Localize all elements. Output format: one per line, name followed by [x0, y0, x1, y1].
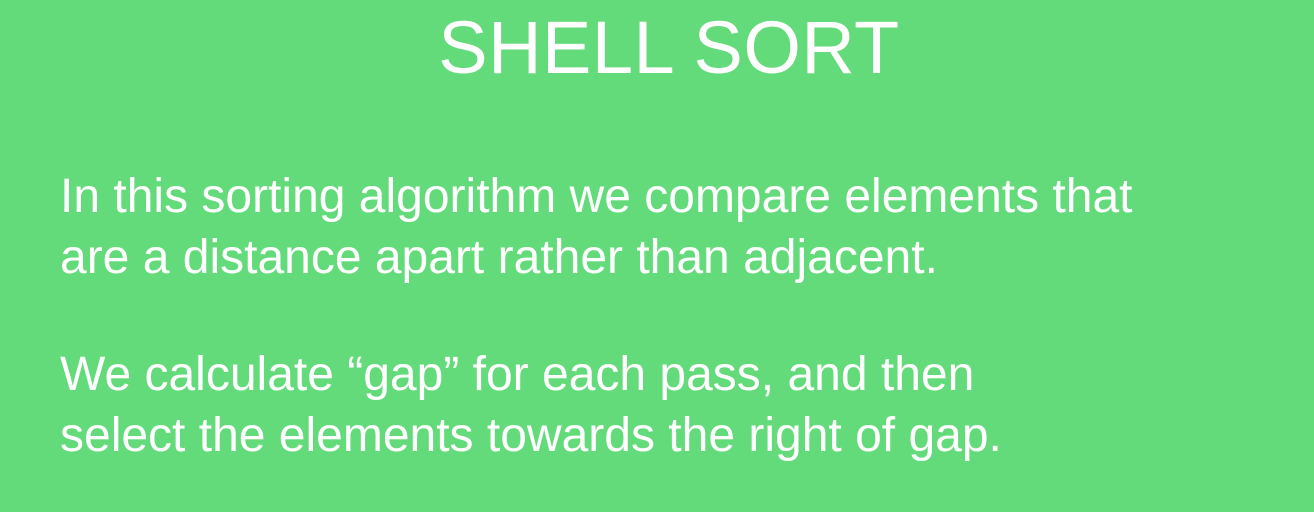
paragraph-line: select the elements towards the right of… — [60, 409, 1002, 462]
paragraph-line: In this sorting algorithm we compare ele… — [60, 170, 1133, 223]
paragraph-line: We calculate “gap” for each pass, and th… — [60, 348, 975, 401]
paragraph-description: In this sorting algorithm we compare ele… — [60, 166, 1300, 288]
slide-title: SHELL SORT — [438, 6, 900, 89]
paragraph-gap-explanation: We calculate “gap” for each pass, and th… — [60, 344, 1300, 466]
slide: SHELL SORT In this sorting algorithm we … — [0, 0, 1314, 512]
paragraph-line: are a distance apart rather than adjacen… — [60, 231, 938, 284]
